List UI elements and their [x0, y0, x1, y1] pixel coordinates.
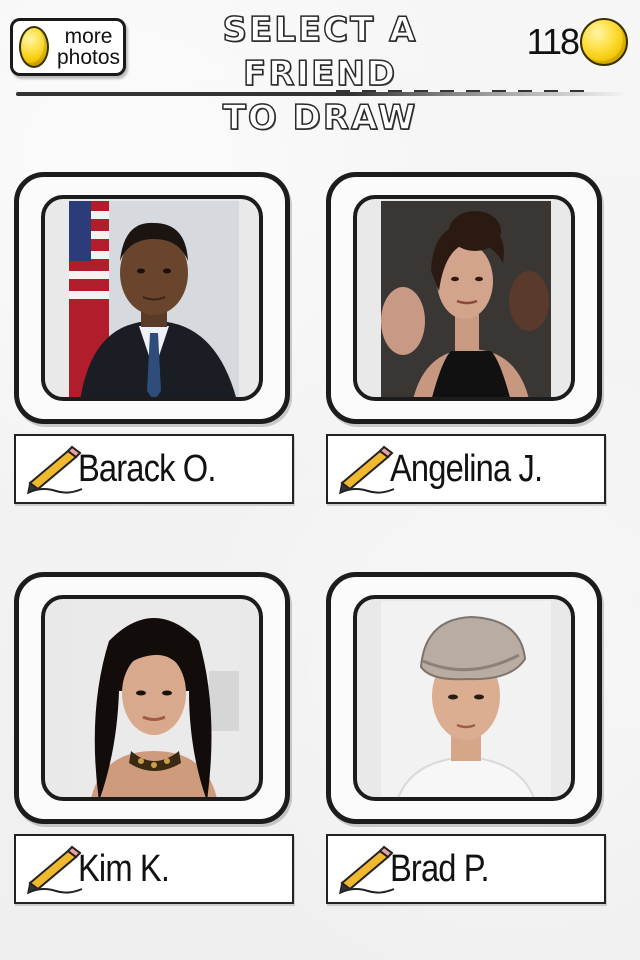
friend-photo: [69, 201, 239, 397]
friend-name: Angelina J.: [390, 447, 543, 490]
photo-frame[interactable]: [14, 172, 290, 424]
pencil-icon: [338, 445, 395, 495]
friend-card[interactable]: Angelina J.: [326, 172, 606, 512]
more-photos-label-line2: photos: [57, 46, 121, 69]
coin-icon: [580, 18, 628, 66]
more-photos-button[interactable]: more photos: [10, 18, 126, 76]
pencil-icon: [26, 445, 83, 495]
friend-name: Barack O.: [78, 447, 216, 490]
friend-name-plate[interactable]: Angelina J.: [326, 434, 606, 504]
page-title-line2: TO DRAW: [222, 97, 418, 139]
photo-frame[interactable]: [326, 172, 602, 424]
photo-frame[interactable]: [14, 572, 290, 824]
more-photos-label: more photos: [57, 26, 120, 68]
friend-card[interactable]: Kim K.: [14, 572, 294, 912]
friend-card[interactable]: Barack O.: [14, 172, 294, 512]
photo-frame-inner: [353, 195, 575, 401]
photo-frame[interactable]: [326, 572, 602, 824]
pencil-icon: [338, 845, 395, 895]
friend-name: Brad P.: [390, 847, 490, 890]
friend-photo: [381, 201, 551, 397]
friend-photo: [381, 601, 551, 797]
photo-frame-inner: [41, 195, 263, 401]
photo-frame-inner: [41, 595, 263, 801]
coin-balance-value: 118: [526, 21, 580, 62]
friend-photo: [69, 601, 239, 797]
friend-name-plate[interactable]: Barack O.: [14, 434, 294, 504]
header-divider: [16, 90, 628, 96]
friend-card[interactable]: Brad P.: [326, 572, 606, 912]
page-title: SELECT A FRIEND TO DRAW: [140, 8, 500, 140]
photo-frame-inner: [353, 595, 575, 801]
coin-balance: 118: [527, 18, 628, 66]
friend-name-plate[interactable]: Kim K.: [14, 834, 294, 904]
friend-name: Kim K.: [78, 847, 170, 890]
page-title-line1: SELECT A FRIEND: [222, 9, 418, 95]
coin-icon: [19, 26, 49, 68]
more-photos-label-line1: more: [64, 25, 113, 48]
friend-name-plate[interactable]: Brad P.: [326, 834, 606, 904]
pencil-icon: [26, 845, 83, 895]
